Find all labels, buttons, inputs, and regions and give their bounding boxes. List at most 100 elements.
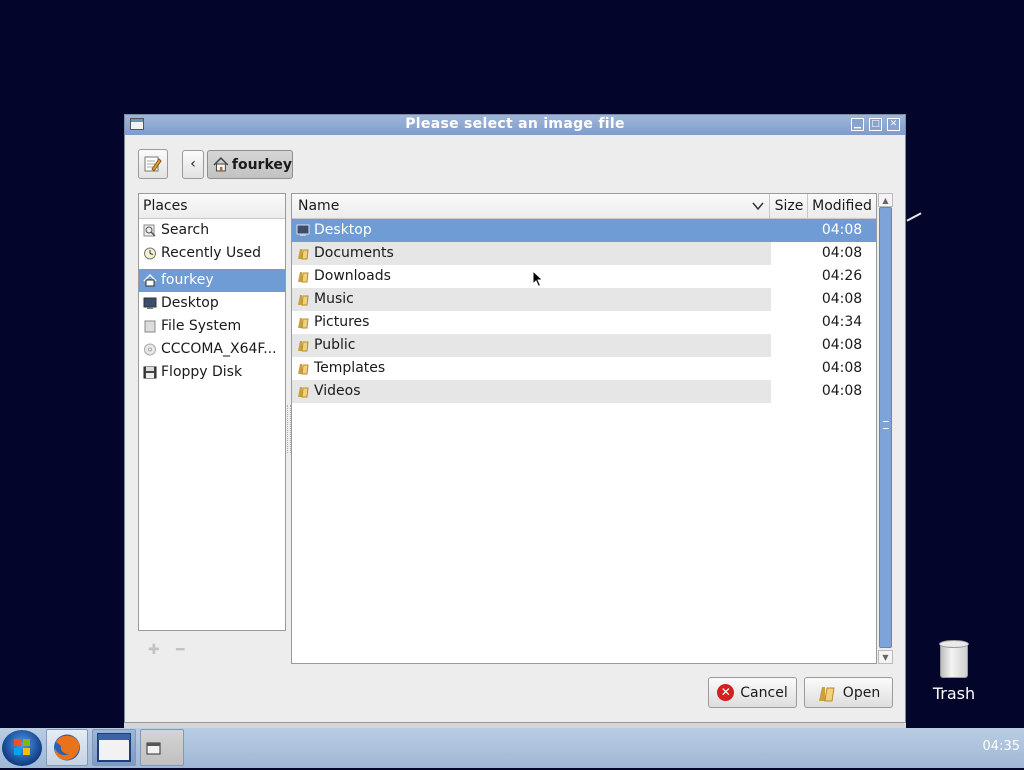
desktop-icon <box>143 297 157 309</box>
path-back-button[interactable]: ‹ <box>182 150 204 179</box>
cancel-button[interactable]: ✕ Cancel <box>708 677 797 708</box>
home-icon <box>143 274 157 287</box>
file-modified: 04:34 <box>821 314 863 330</box>
open-folder-icon <box>818 686 835 701</box>
file-chooser-dialog: Please select an image file ▁ □ ✕ ‹ four… <box>124 114 906 724</box>
taskbar-window-dialog[interactable] <box>140 729 184 766</box>
start-menu-button[interactable] <box>2 730 42 766</box>
file-modified: 04:08 <box>821 291 863 307</box>
maximize-button[interactable]: □ <box>869 118 882 131</box>
places-toolbar: ✚ ━ <box>138 633 286 663</box>
folder-icon <box>298 364 309 375</box>
file-row[interactable]: Downloads 04:26 <box>292 265 876 288</box>
window-icon <box>97 733 131 762</box>
folder-icon <box>298 272 309 283</box>
file-row[interactable]: Videos 04:08 <box>292 380 876 403</box>
place-home[interactable]: fourkey <box>139 269 285 292</box>
remove-bookmark-button[interactable]: ━ <box>176 642 184 658</box>
column-header-name[interactable]: Name <box>292 194 770 218</box>
window-icon <box>146 742 161 755</box>
plus-icon: ✚ <box>148 642 160 658</box>
firefox-launcher[interactable] <box>46 729 88 766</box>
scrollbar-thumb[interactable] <box>879 207 892 648</box>
place-label: File System <box>161 318 242 334</box>
place-desktop[interactable]: Desktop <box>139 292 285 315</box>
file-name: Music <box>314 291 354 307</box>
place-recently-used[interactable]: Recently Used <box>139 242 285 265</box>
close-button[interactable]: ✕ <box>887 118 900 131</box>
pencil-icon <box>144 156 162 172</box>
file-name: Pictures <box>314 314 370 330</box>
places-header-label: Places <box>143 198 188 214</box>
desktop-icon <box>296 224 310 236</box>
column-header-modified[interactable]: Modified <box>808 194 876 218</box>
desktop-decoration <box>906 212 922 222</box>
dialog-title: Please select an image file <box>405 116 625 132</box>
file-row[interactable]: Templates 04:08 <box>292 357 876 380</box>
minus-icon: ━ <box>176 642 185 658</box>
open-label: Open <box>842 684 881 701</box>
search-icon <box>143 224 156 237</box>
drive-icon <box>144 320 156 333</box>
scroll-up-button[interactable]: ▲ <box>878 193 893 207</box>
column-modified-label: Modified <box>812 198 872 214</box>
cdrom-icon <box>144 343 156 356</box>
taskbar: 04:35 <box>0 728 1024 768</box>
home-icon <box>213 157 229 172</box>
file-modified: 04:26 <box>821 268 863 284</box>
place-cdrom[interactable]: CCCOMA_X64F... <box>139 338 285 361</box>
open-button[interactable]: Open <box>804 677 893 708</box>
file-modified: 04:08 <box>821 337 863 353</box>
file-row[interactable]: Desktop 04:08 <box>292 219 876 242</box>
place-label: CCCOMA_X64F... <box>161 341 277 357</box>
folder-icon <box>298 318 309 329</box>
file-list-scrollbar[interactable]: ▲ ▼ <box>878 193 893 664</box>
cancel-icon: ✕ <box>717 684 735 701</box>
file-modified: 04:08 <box>821 222 863 238</box>
dialog-titlebar[interactable]: Please select an image file ▁ □ ✕ <box>125 115 905 135</box>
clock-icon <box>144 247 156 260</box>
folder-icon <box>298 387 309 398</box>
arrow-up-icon: ▲ <box>882 196 889 205</box>
folder-icon <box>298 249 309 260</box>
place-label: Desktop <box>161 295 219 311</box>
file-list-header: Name Size Modified <box>292 194 876 219</box>
column-size-label: Size <box>774 198 804 214</box>
cancel-label: Cancel <box>740 684 788 701</box>
file-name: Documents <box>314 245 394 261</box>
column-name-label: Name <box>298 198 340 214</box>
file-name: Desktop <box>314 222 372 238</box>
add-bookmark-button[interactable]: ✚ <box>148 642 160 658</box>
place-label: Recently Used <box>161 245 262 261</box>
file-modified: 04:08 <box>821 383 863 399</box>
desktop-trash-icon[interactable]: Trash <box>922 640 986 703</box>
places-panel: Places Search Recently Used fourkey Desk… <box>138 193 286 631</box>
file-row[interactable]: Music 04:08 <box>292 288 876 311</box>
file-row[interactable]: Public 04:08 <box>292 334 876 357</box>
place-label: fourkey <box>161 272 214 288</box>
scroll-down-button[interactable]: ▼ <box>878 650 893 664</box>
file-row[interactable]: Documents 04:08 <box>292 242 876 265</box>
place-search[interactable]: Search <box>139 219 285 242</box>
file-name: Downloads <box>314 268 391 284</box>
minimize-icon: ▁ <box>854 119 861 129</box>
sort-descending-icon <box>752 202 764 211</box>
minimize-button[interactable]: ▁ <box>851 118 864 131</box>
trash-label: Trash <box>932 684 976 703</box>
file-name: Templates <box>314 360 386 376</box>
arrow-down-icon: ▼ <box>882 653 889 662</box>
trash-icon <box>939 640 969 680</box>
path-button-home[interactable]: fourkey <box>207 150 293 179</box>
place-file-system[interactable]: File System <box>139 315 285 338</box>
path-button-label: fourkey <box>231 156 292 173</box>
file-row[interactable]: Pictures 04:34 <box>292 311 876 334</box>
grip-icon <box>883 421 889 429</box>
column-header-size[interactable]: Size <box>771 194 808 218</box>
taskbar-clock: 04:35 <box>982 739 1020 754</box>
place-floppy[interactable]: Floppy Disk <box>139 361 285 384</box>
type-location-button[interactable] <box>138 149 168 179</box>
show-desktop-button[interactable] <box>92 729 136 766</box>
chevron-left-icon: ‹ <box>190 156 196 172</box>
places-header[interactable]: Places <box>139 194 285 219</box>
file-name: Videos <box>314 383 361 399</box>
